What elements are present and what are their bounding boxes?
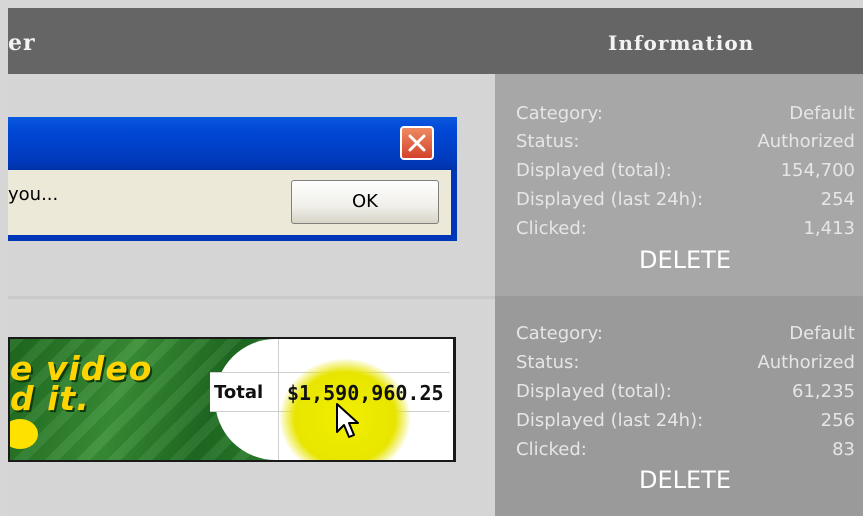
ok-button[interactable]: OK	[291, 180, 439, 224]
table-line-divider	[278, 339, 279, 460]
info-value: 256	[820, 410, 855, 431]
info-value: 83	[832, 439, 855, 460]
info-label: Category:	[516, 323, 603, 344]
delete-button[interactable]: DELETE	[635, 246, 735, 274]
info-row-category: Category: Default	[516, 103, 855, 132]
mouse-cursor-icon	[336, 403, 359, 438]
total-value: $1,590,960.25	[287, 381, 444, 405]
info-row-displayed-total: Displayed (total): 61,235	[516, 381, 855, 410]
info-value: 1,413	[803, 218, 855, 239]
header-information-label: Information	[608, 31, 755, 55]
info-value: Default	[789, 323, 855, 344]
info-label: Displayed (last 24h):	[516, 189, 704, 210]
delete-button[interactable]: DELETE	[635, 466, 735, 494]
info-row-clicked: Clicked: 83	[516, 439, 855, 468]
info-row-displayed-24h: Displayed (last 24h): 254	[516, 189, 855, 218]
info-row-status: Status: Authorized	[516, 131, 855, 160]
info-value: Default	[789, 103, 855, 124]
dialog-close-button[interactable]	[400, 126, 434, 160]
info-value: Authorized	[757, 131, 855, 152]
information-column: Category: Default Status: Authorized Dis…	[495, 74, 863, 516]
info-value: Authorized	[757, 352, 855, 373]
alert-dialog: you... OK	[8, 117, 457, 241]
info-row-clicked: Clicked: 1,413	[516, 218, 855, 247]
info-panel-2: Category: Default Status: Authorized Dis…	[495, 296, 863, 516]
info-row-displayed-24h: Displayed (last 24h): 256	[516, 410, 855, 439]
info-row-category: Category: Default	[516, 323, 855, 352]
info-label: Clicked:	[516, 218, 587, 239]
info-label: Status:	[516, 352, 580, 373]
info-label: Displayed (total):	[516, 160, 672, 181]
info-label: Displayed (total):	[516, 381, 672, 402]
info-row-displayed-total: Displayed (total): 154,700	[516, 160, 855, 189]
banner-ad[interactable]: e video d it. Total $1,590,960.25	[8, 337, 456, 462]
info-label: Displayed (last 24h):	[516, 410, 704, 431]
table-header: er Information	[8, 8, 863, 74]
banner-headline-line2: d it.	[10, 379, 90, 418]
info-value: 254	[820, 189, 855, 210]
info-value: 154,700	[780, 160, 855, 181]
info-value: 61,235	[792, 381, 855, 402]
close-icon	[408, 134, 426, 152]
info-label: Clicked:	[516, 439, 587, 460]
info-label: Category:	[516, 103, 603, 124]
header-column-label: er	[8, 30, 36, 56]
total-label: Total	[214, 382, 264, 403]
dialog-message: you...	[8, 184, 59, 205]
info-row-status: Status: Authorized	[516, 352, 855, 381]
row-divider	[8, 296, 495, 299]
info-panel-1: Category: Default Status: Authorized Dis…	[495, 74, 863, 296]
dialog-body: you... OK	[8, 170, 457, 241]
dialog-titlebar[interactable]	[8, 117, 457, 170]
info-label: Status:	[516, 131, 580, 152]
